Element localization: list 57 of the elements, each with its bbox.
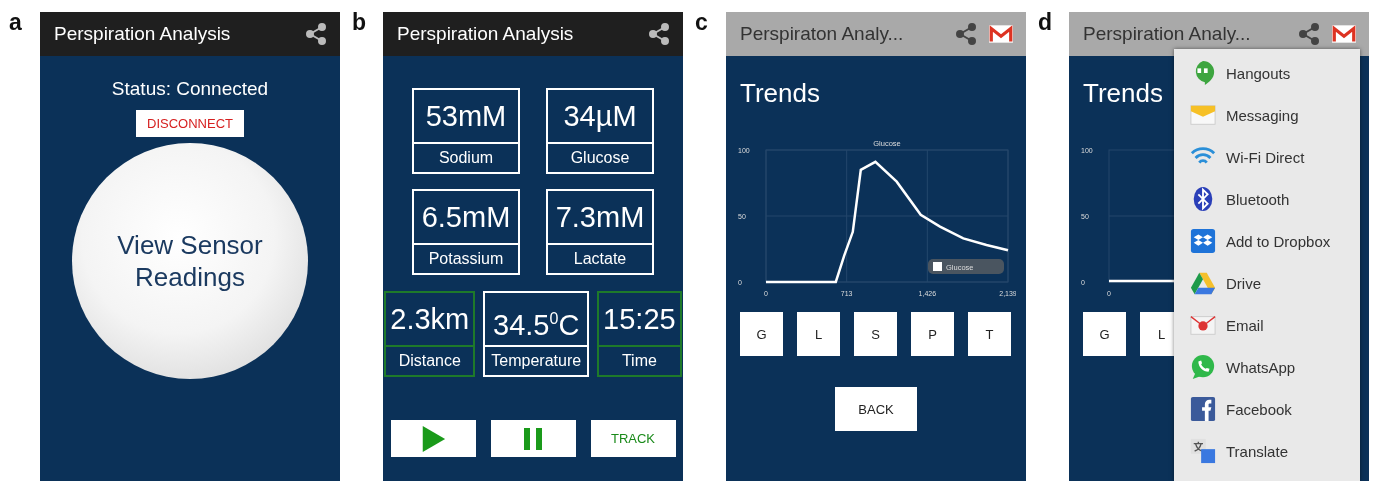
reading-label: Glucose	[548, 142, 652, 172]
filter-button[interactable]: G	[1083, 312, 1126, 356]
box-icon	[1190, 228, 1216, 254]
panel-label: c	[694, 12, 709, 32]
panel-label: d	[1037, 12, 1054, 32]
filter-button[interactable]: L	[797, 312, 840, 356]
trends-heading: Trends	[1082, 77, 1164, 108]
pause-icon	[523, 427, 543, 450]
reading-label: Time	[599, 345, 680, 375]
app-title: Perspiration Analy...	[1083, 23, 1252, 45]
share-menu-item[interactable]: Add to Dropbox	[1174, 220, 1360, 262]
reading-value: 15:25	[602, 302, 677, 337]
filter-button[interactable]: S	[854, 312, 897, 356]
pause-button[interactable]	[490, 420, 576, 457]
disconnect-button[interactable]: DISCONNECT	[136, 110, 244, 137]
track-button[interactable]: TRACK	[590, 420, 676, 457]
app-title: Perspiration Analysis	[397, 23, 575, 45]
play-button[interactable]	[390, 420, 476, 457]
f-logo-icon	[1190, 396, 1216, 422]
share-menu-item[interactable]: Drive	[1174, 262, 1360, 304]
share-menu-item[interactable]: Bluetooth	[1174, 178, 1360, 220]
app-title: Perspiration Analysis	[54, 23, 232, 45]
reading-value: 34.5$^{0}$C	[492, 307, 581, 343]
panel-label: b	[351, 12, 368, 32]
share-icon[interactable]	[1297, 22, 1321, 46]
reading-label: Lactate	[548, 243, 652, 273]
envelope-icon	[1190, 102, 1216, 128]
translate-icon	[1190, 438, 1216, 464]
filter-button[interactable]: G	[740, 312, 783, 356]
phone-bubble-icon	[1190, 354, 1216, 380]
reading-label: Distance	[386, 345, 474, 375]
share-icon[interactable]	[954, 22, 978, 46]
panel-label: a	[8, 12, 23, 32]
share-menu-item[interactable]: Translate	[1174, 430, 1360, 472]
reading-value: 7.3mM	[554, 200, 646, 235]
reading-label: Temperature	[485, 345, 588, 375]
reading-label: Potassium	[414, 243, 518, 273]
share-icon[interactable]	[647, 22, 671, 46]
legend-swatch	[933, 262, 942, 271]
share-menu-item[interactable]: Messaging	[1174, 94, 1360, 136]
app-title: Perspiraton Analy...	[740, 23, 905, 45]
view-readings-button[interactable]: View Sensor Readings	[72, 143, 308, 379]
reading-value: 2.3km	[389, 302, 471, 337]
share-icon[interactable]	[304, 22, 328, 46]
share-menu-item[interactable]: Wi-Fi Direct	[1174, 136, 1360, 178]
reading-value: 53mM	[424, 99, 508, 134]
status-text: Status: Connected	[111, 78, 269, 100]
back-button[interactable]: BACK	[835, 387, 917, 431]
share-menu-item[interactable]: Facebook	[1174, 388, 1360, 430]
filter-button[interactable]: P	[911, 312, 954, 356]
reading-label: Sodium	[414, 142, 518, 172]
trends-heading: Trends	[739, 77, 821, 108]
triangle-icon	[1190, 270, 1216, 296]
reading-value: 34µM	[562, 99, 638, 134]
filter-button[interactable]: T	[968, 312, 1011, 356]
reading-value: 6.5mM	[420, 200, 512, 235]
share-menu-item[interactable]: Hangouts	[1174, 52, 1360, 94]
